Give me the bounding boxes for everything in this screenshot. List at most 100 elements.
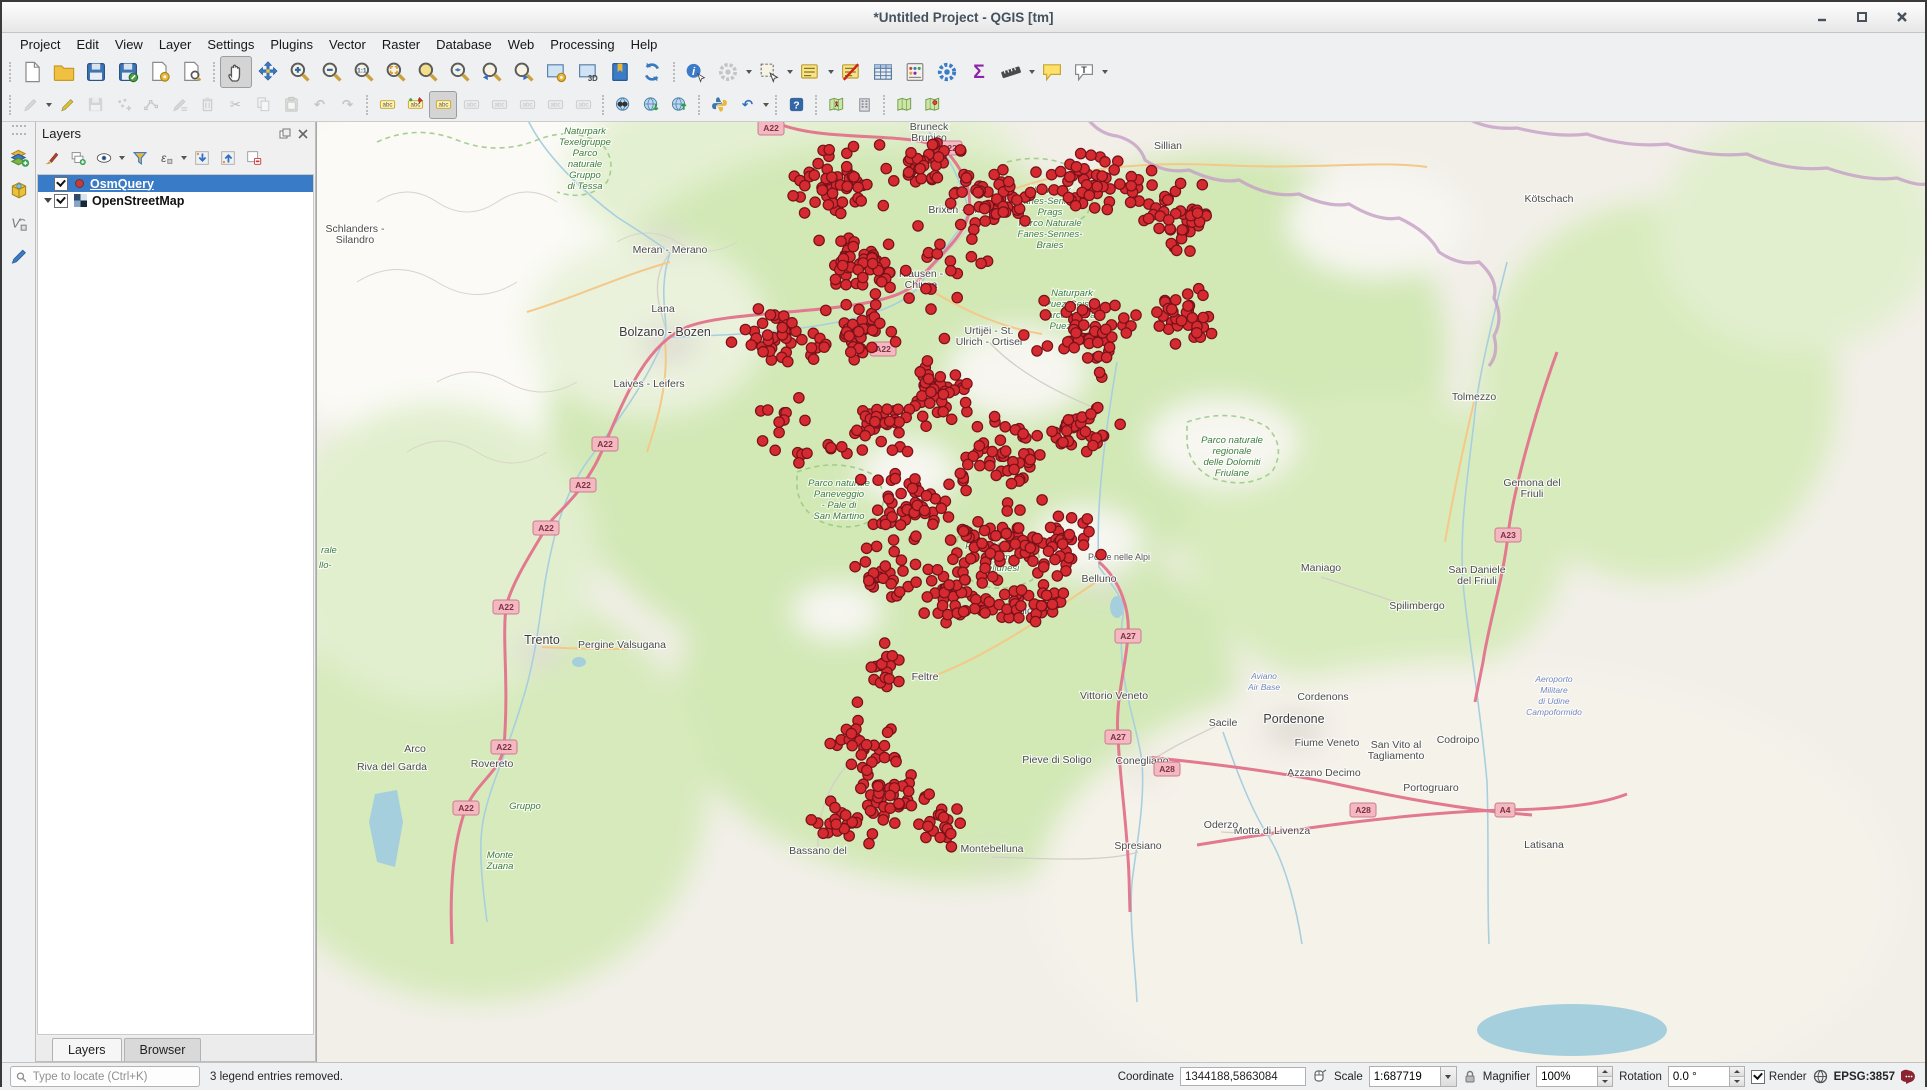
menu-item-raster[interactable]: Raster: [374, 35, 428, 54]
modify-attributes-button[interactable]: [165, 91, 193, 119]
float-panel-icon[interactable]: [279, 128, 291, 140]
pin-unpin-labels-button[interactable]: abc: [457, 91, 485, 119]
open-attribute-table-button[interactable]: [867, 56, 899, 88]
crs-globe-icon[interactable]: [1813, 1069, 1828, 1084]
highlight-pinned-labels-button[interactable]: abc: [429, 91, 457, 119]
expand-all-button[interactable]: [189, 146, 214, 170]
layer-labeling-button[interactable]: abc: [373, 91, 401, 119]
select-by-value-dropdown-icon[interactable]: [826, 59, 835, 85]
filter-by-expression-button[interactable]: ε: [153, 146, 178, 170]
current-edits-button[interactable]: [16, 91, 44, 119]
toolbar-handle[interactable]: [12, 125, 26, 135]
new-annotation-pen-button[interactable]: [6, 243, 32, 269]
osm-place-search-button[interactable]: [609, 91, 637, 119]
new-geopackage-layer-button[interactable]: [6, 177, 32, 203]
remove-layer-button[interactable]: [241, 146, 266, 170]
menu-item-plugins[interactable]: Plugins: [262, 35, 321, 54]
run-feature-action-button[interactable]: [712, 56, 744, 88]
layer-row-openstreetmap[interactable]: OpenStreetMap: [38, 192, 313, 209]
scale-combo[interactable]: [1369, 1066, 1457, 1087]
menu-item-project[interactable]: Project: [12, 35, 68, 54]
show-layout-manager-button[interactable]: [176, 56, 208, 88]
plugin-map-query-button[interactable]: [918, 91, 946, 119]
run-feature-action-dropdown-icon[interactable]: [744, 59, 753, 85]
delete-selected-button[interactable]: [193, 91, 221, 119]
map-tips-button[interactable]: [1036, 56, 1068, 88]
cut-features-button[interactable]: ✂: [221, 91, 249, 119]
manage-map-themes-button[interactable]: [91, 146, 116, 170]
new-virtual-layer-button[interactable]: V: [6, 210, 32, 236]
filter-by-expression-dropdown-icon[interactable]: [179, 145, 188, 171]
menu-item-database[interactable]: Database: [428, 35, 500, 54]
pan-to-selection-button[interactable]: [252, 56, 284, 88]
show-bookmarks-button[interactable]: [604, 56, 636, 88]
plugin-undo-dropdown-icon[interactable]: [761, 92, 770, 118]
copy-features-button[interactable]: [249, 91, 277, 119]
menu-item-layer[interactable]: Layer: [151, 35, 200, 54]
undo-button[interactable]: ↶: [305, 91, 333, 119]
map-canvas[interactable]: BruneckBrunicoSillianKötschachBrixen - B…: [316, 122, 1925, 1062]
lock-scale-icon[interactable]: [1463, 1069, 1477, 1084]
locator-box[interactable]: [10, 1066, 200, 1087]
close-panel-icon[interactable]: [297, 128, 309, 140]
plugin-hiker-map-button[interactable]: [822, 91, 850, 119]
open-project-button[interactable]: [48, 56, 80, 88]
rotation-spinbox[interactable]: [1668, 1066, 1745, 1087]
plugin-undo-button[interactable]: ↶: [733, 91, 761, 119]
save-layer-edits-button[interactable]: [81, 91, 109, 119]
new-print-layout-button[interactable]: [144, 56, 176, 88]
select-features-button[interactable]: [753, 56, 785, 88]
layer-visibility-checkbox[interactable]: [54, 177, 68, 191]
new-project-button[interactable]: [16, 56, 48, 88]
zoom-full-button[interactable]: [380, 56, 412, 88]
plugin-map-export-button[interactable]: [890, 91, 918, 119]
scale-dropdown-icon[interactable]: [1440, 1067, 1456, 1086]
plugin-building-button[interactable]: [850, 91, 878, 119]
magnifier-down-icon[interactable]: [1598, 1077, 1612, 1086]
show-hide-labels-button[interactable]: abc: [485, 91, 513, 119]
identify-features-button[interactable]: i: [680, 56, 712, 88]
scale-input[interactable]: [1370, 1067, 1440, 1086]
render-toggle[interactable]: Render: [1751, 1070, 1807, 1084]
messages-balloon-icon[interactable]: [1901, 1069, 1917, 1085]
magnifier-spinbox[interactable]: [1536, 1066, 1613, 1087]
field-calculator-button[interactable]: [899, 56, 931, 88]
current-edits-dropdown-icon[interactable]: [44, 92, 53, 118]
close-button[interactable]: [1895, 10, 1909, 24]
help-contents-button[interactable]: ?: [782, 91, 810, 119]
rotation-up-icon[interactable]: [1730, 1067, 1744, 1077]
data-source-manager-button[interactable]: [6, 144, 32, 170]
osm-download-button[interactable]: [637, 91, 665, 119]
rotation-input[interactable]: [1669, 1067, 1729, 1086]
osm-upload-button[interactable]: [665, 91, 693, 119]
filter-legend-button[interactable]: [127, 146, 152, 170]
magnifier-up-icon[interactable]: [1598, 1067, 1612, 1077]
menu-item-view[interactable]: View: [107, 35, 151, 54]
menu-item-help[interactable]: Help: [623, 35, 666, 54]
menu-item-web[interactable]: Web: [500, 35, 543, 54]
render-checkbox[interactable]: [1751, 1070, 1765, 1084]
expand-arrow-icon[interactable]: [42, 198, 54, 203]
processing-toolbox-button[interactable]: [931, 56, 963, 88]
new-3d-map-view-button[interactable]: 3D: [572, 56, 604, 88]
statistical-summary-button[interactable]: Σ: [963, 56, 995, 88]
python-console-button[interactable]: [705, 91, 733, 119]
zoom-next-button[interactable]: [508, 56, 540, 88]
manage-map-themes-dropdown-icon[interactable]: [117, 145, 126, 171]
paste-features-button[interactable]: [277, 91, 305, 119]
change-label-button[interactable]: abc: [569, 91, 597, 119]
zoom-last-button[interactable]: [476, 56, 508, 88]
new-annotation-button[interactable]: T: [1068, 56, 1100, 88]
locator-input[interactable]: [31, 1070, 194, 1084]
collapse-all-button[interactable]: [215, 146, 240, 170]
maximize-button[interactable]: [1855, 10, 1869, 24]
layer-diagram-button[interactable]: abc: [401, 91, 429, 119]
zoom-native-button[interactable]: 1:1: [348, 56, 380, 88]
move-label-button[interactable]: abc: [513, 91, 541, 119]
panel-tab-layers[interactable]: Layers: [52, 1038, 122, 1061]
measure-line-dropdown-icon[interactable]: [1027, 59, 1036, 85]
minimize-button[interactable]: [1815, 10, 1829, 24]
zoom-to-layer-button[interactable]: [444, 56, 476, 88]
measure-line-button[interactable]: [995, 56, 1027, 88]
coordinate-field[interactable]: [1180, 1067, 1306, 1086]
